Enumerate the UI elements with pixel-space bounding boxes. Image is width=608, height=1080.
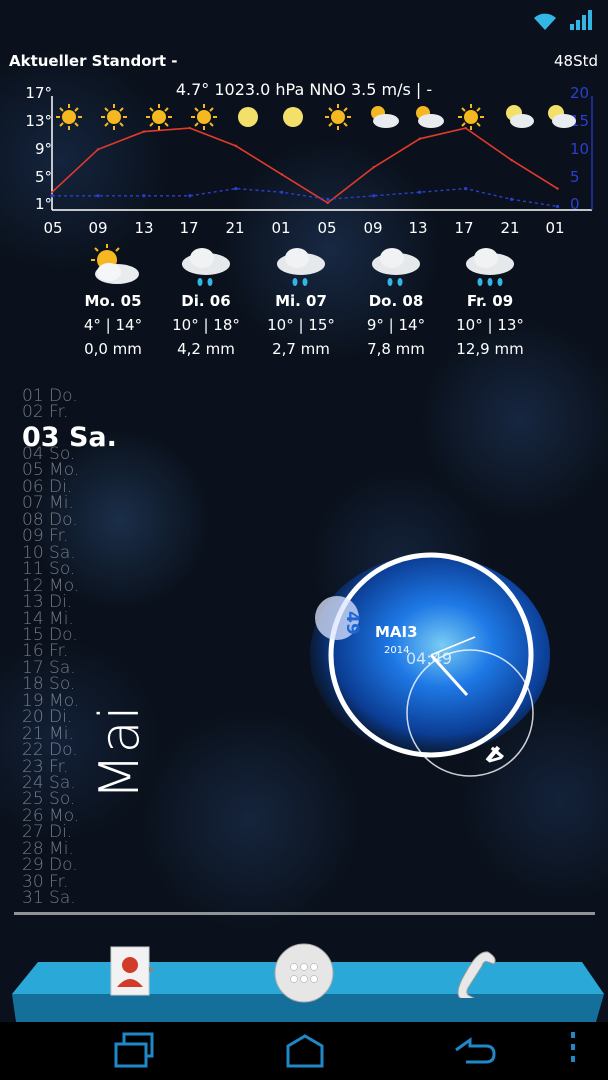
moon-icon: [281, 105, 305, 133]
temperature-point: [510, 158, 513, 162]
temperature-point: [372, 166, 375, 169]
temperature-point: [96, 148, 100, 151]
forecast-day-name: Do. 08: [368, 292, 424, 310]
x-tick: 21: [500, 219, 520, 237]
forecast-day[interactable]: Mo. 05 4° | 14° 0,0 mm: [63, 244, 163, 358]
sun-cloud-icon: [411, 102, 445, 134]
forecast-day-name: Di. 06: [181, 292, 231, 310]
forecast-day-rain: 0,0 mm: [84, 340, 142, 358]
x-tick: 05: [317, 219, 337, 237]
moon-icon: [236, 105, 260, 133]
calendar-day: 31 Sa.: [22, 888, 76, 909]
x-tick: 13: [408, 219, 428, 237]
clock-time: 04:49: [406, 649, 453, 668]
rain-cloud-icon: [277, 248, 325, 286]
forecast-day-temps: 9° | 14°: [366, 316, 426, 334]
temperature-point: [234, 144, 238, 148]
secondary-point: [234, 187, 238, 191]
home-button[interactable]: [278, 1032, 332, 1070]
secondary-point: [509, 197, 514, 201]
x-tick: 17: [179, 219, 199, 237]
secondary-point: [372, 194, 376, 198]
forecast-day-rain: 4,2 mm: [177, 340, 235, 358]
forecast-day-name: Fr. 09: [466, 292, 514, 310]
forecast-day[interactable]: Di. 06 10° | 18° 4,2 mm: [156, 244, 256, 358]
x-tick: 17: [454, 219, 474, 237]
x-tick: 01: [545, 219, 565, 237]
forecast-day[interactable]: Do. 08 9° | 14° 7,8 mm: [346, 244, 446, 358]
secondary-point: [418, 190, 422, 194]
forecast-day-rain: 2,7 mm: [272, 340, 330, 358]
clock-widget[interactable]: 49 MAI3 2014 04:49 4: [300, 545, 600, 785]
secondary-point: [96, 194, 100, 198]
secondary-point: [188, 194, 192, 198]
forecast-day-rain: 12,9 mm: [456, 340, 524, 358]
temperature-point: [556, 187, 559, 190]
sun-icon: [100, 103, 128, 135]
sun-icon: [145, 103, 173, 135]
temperature-point: [50, 190, 54, 194]
forecast-day-name: Mi. 07: [275, 292, 327, 310]
forecast-day[interactable]: Mi. 07 10° | 15° 2,7 mm: [251, 244, 351, 358]
status-bar: [0, 0, 608, 40]
temperature-point: [418, 137, 421, 140]
sun-icon: [457, 103, 485, 135]
forecast-day-temps: 10° | 18°: [172, 316, 240, 334]
location-label: Aktueller Standort -: [9, 52, 178, 70]
x-tick: 09: [88, 219, 108, 237]
temperature-point: [280, 173, 283, 176]
minute-badge: 49: [341, 611, 362, 635]
forecast-day-temps: 10° | 15°: [267, 316, 335, 334]
secondary-point: [464, 187, 468, 191]
overflow-menu-button[interactable]: [566, 1030, 580, 1072]
forecast-range-label: 48Std: [553, 52, 598, 70]
secondary-line: [52, 187, 558, 208]
sun-cloud-icon: [366, 102, 400, 134]
secondary-point: [326, 197, 330, 201]
forecast-day-name: Mo. 05: [84, 292, 142, 310]
sun-icon: [55, 103, 83, 135]
contacts-app-icon[interactable]: [107, 945, 155, 997]
rain-cloud-icon: [466, 248, 514, 286]
x-tick: 21: [225, 219, 245, 237]
forecast-day-temps: 4° | 14°: [83, 316, 143, 334]
calendar-day: 02 Fr.: [22, 402, 69, 422]
secondary-point: [280, 190, 284, 194]
signal-icon: [570, 10, 592, 30]
sun-icon: [190, 103, 218, 135]
recent-apps-button[interactable]: [112, 1032, 162, 1070]
secondary-point: [50, 194, 54, 198]
wifi-icon: [534, 13, 556, 30]
phone-app-icon[interactable]: [446, 948, 502, 1002]
x-tick: 05: [43, 219, 63, 237]
temperature-point: [326, 201, 329, 205]
secondary-point: [142, 194, 146, 198]
x-tick: 09: [363, 219, 383, 237]
moon-cloud-icon: [544, 102, 578, 134]
forecast-day-temps: 10° | 13°: [456, 316, 524, 334]
forecast-day[interactable]: Fr. 09 10° | 13° 12,9 mm: [440, 244, 540, 358]
rain-cloud-icon: [372, 248, 420, 286]
forecast-day-rain: 7,8 mm: [367, 340, 425, 358]
rain-cloud-icon: [182, 248, 230, 286]
x-tick: 01: [271, 219, 291, 237]
sun-icon: [324, 103, 352, 135]
dock-divider: [14, 912, 595, 915]
sun-cloud-icon: [91, 244, 139, 284]
navigation-bar: [0, 1022, 608, 1080]
back-button[interactable]: [448, 1032, 498, 1070]
month-label: Mai: [88, 705, 151, 800]
secondary-point: [555, 204, 560, 209]
temperature-line: [51, 127, 558, 204]
clock-date: MAI3: [375, 623, 418, 641]
app-drawer-button[interactable]: [274, 943, 334, 1003]
moon-cloud-icon: [502, 102, 536, 134]
x-tick: 13: [134, 219, 154, 237]
